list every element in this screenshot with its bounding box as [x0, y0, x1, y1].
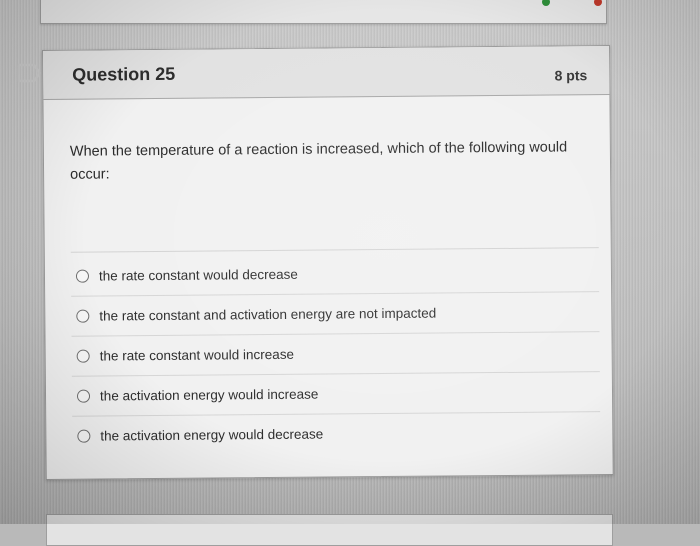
radio-button[interactable]	[76, 389, 91, 403]
answer-label[interactable]: the rate constant would decrease	[99, 267, 298, 284]
answer-option-2[interactable]: the rate constant and activation energy …	[71, 292, 600, 337]
previous-question-card	[40, 0, 607, 24]
question-text: When the temperature of a reaction is in…	[69, 139, 568, 183]
answer-option-1[interactable]: the rate constant would decrease	[70, 252, 600, 297]
green-dot-icon	[542, 0, 550, 6]
answer-label[interactable]: the activation energy would decrease	[100, 427, 323, 444]
radio-button[interactable]	[77, 429, 91, 443]
next-question-card	[46, 514, 613, 546]
answer-option-4[interactable]: the activation energy would increase	[71, 372, 601, 417]
question-title: Question 25	[72, 63, 176, 85]
answer-label[interactable]: the activation energy would increase	[100, 387, 319, 404]
answer-option-3[interactable]: the rate constant would increase	[71, 332, 600, 377]
answer-label[interactable]: the rate constant and activation energy …	[99, 306, 436, 324]
answer-label[interactable]: the rate constant would increase	[100, 347, 294, 364]
answer-list: the rate constant would decrease the rat…	[70, 252, 601, 456]
red-dot-icon	[594, 0, 602, 6]
radio-button[interactable]	[75, 269, 90, 283]
flag-icon[interactable]	[16, 62, 42, 84]
question-header: Question 25 8 pts	[43, 46, 610, 100]
answer-option-5[interactable]: the activation energy would decrease	[72, 412, 600, 456]
radio-button[interactable]	[76, 309, 90, 323]
top-status-dots	[540, 0, 610, 6]
question-points: 8 pts	[554, 67, 588, 84]
radio-button[interactable]	[76, 349, 90, 363]
question-card: Question 25 8 pts When the temperature o…	[42, 45, 614, 480]
